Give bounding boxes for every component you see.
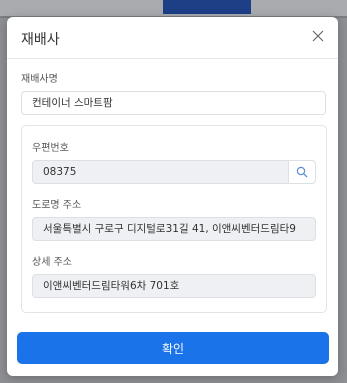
dialog-header: 재배사 — [7, 17, 338, 59]
background-active-tab — [163, 0, 251, 14]
dialog-title: 재배사 — [21, 32, 60, 48]
detail-address-label: 상세 주소 — [32, 257, 72, 268]
close-button[interactable] — [308, 26, 328, 46]
postal-search-button[interactable] — [288, 161, 315, 183]
road-address-label: 도로명 주소 — [32, 200, 82, 211]
close-icon — [312, 30, 324, 42]
address-section: 우편번호 08375 도로명 주소 서울특별시 구로구 디지털로31길 41, … — [21, 125, 327, 313]
postal-code-value: 08375 — [43, 166, 77, 178]
search-icon — [296, 166, 308, 178]
farm-name-input[interactable]: 컨테이너 스마트팜 — [21, 91, 326, 115]
confirm-button[interactable]: 확인 — [17, 332, 329, 364]
detail-address-field[interactable]: 이앤씨벤터드림타워6차 701호 — [32, 274, 316, 298]
road-address-field: 서울특별시 구로구 디지털로31길 41, 이앤씨벤터드림타9 — [32, 217, 316, 241]
farm-name-label: 재배사명 — [21, 74, 58, 85]
postal-code-field: 08375 — [32, 160, 316, 184]
farm-dialog: 재배사 재배사명 컨테이너 스마트팜 우편번호 08375 도로명 주소 서울특… — [7, 17, 338, 376]
postal-code-label: 우편번호 — [32, 143, 69, 154]
